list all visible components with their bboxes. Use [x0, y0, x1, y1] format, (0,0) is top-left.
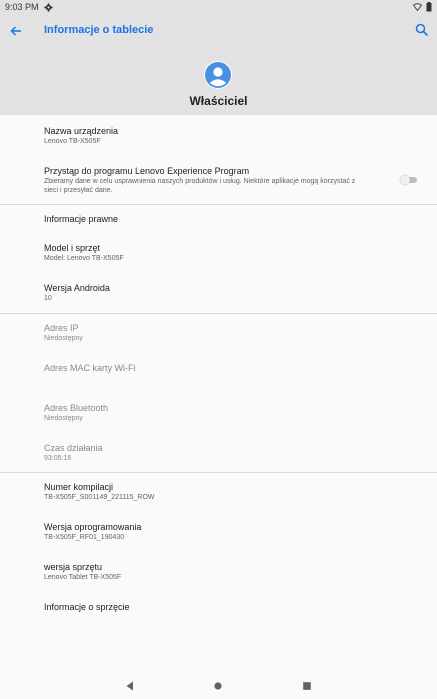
list-item-device-name[interactable]: Nazwa urządzenia Lenovo TB-X505F	[0, 121, 437, 161]
gear-icon	[43, 2, 53, 12]
navigation-bar	[0, 674, 437, 699]
item-title: Czas działania	[44, 443, 103, 453]
item-subtitle: Niedostępny	[44, 335, 83, 342]
list-item-bluetooth-address: Adres Bluetooth Niedostępny	[0, 398, 437, 438]
status-bar: 9:03 PM	[0, 0, 437, 14]
item-subtitle: TB-X505F_S001149_221115_ROW	[44, 494, 155, 501]
item-subtitle-line2: sieci i przesyłać dane.	[44, 187, 113, 194]
status-time: 9:03 PM	[5, 2, 39, 12]
account-circle-icon	[205, 62, 231, 88]
list-item-hardware-info[interactable]: Informacje o sprzęcie	[0, 597, 437, 637]
item-title: Numer kompilacji	[44, 482, 114, 492]
arrow-back-icon[interactable]	[8, 23, 24, 39]
list-item-experience-program[interactable]: Przystąp do programu Lenovo Experience P…	[0, 162, 437, 202]
experience-program-toggle[interactable]	[400, 175, 418, 185]
item-subtitle: Lenovo Tablet TB-X505F	[44, 574, 122, 581]
item-title: Nazwa urządzenia	[44, 126, 119, 136]
item-title: Informacje o sprzęcie	[44, 602, 130, 612]
owner-label: Właściciel	[189, 94, 248, 108]
divider	[0, 472, 437, 473]
item-title: Wersja Androida	[44, 283, 110, 293]
back-triangle-icon[interactable]	[123, 679, 137, 693]
item-title: wersja sprzętu	[44, 562, 103, 572]
toolbar: Informacje o tablecie	[0, 14, 437, 48]
list-item-android-version[interactable]: Wersja Androida 10	[0, 278, 437, 318]
item-subtitle: TB-X505F_RF01_190430	[44, 534, 125, 541]
owner-header: Właściciel	[0, 48, 437, 115]
list-item-software-version[interactable]: Wersja oprogramowania TB-X505F_RF01_1904…	[0, 517, 437, 557]
search-icon[interactable]	[415, 23, 429, 37]
item-title: Adres MAC karty Wi-Fi	[44, 363, 136, 373]
list-item-model-hardware[interactable]: Model i sprzęt Model: Lenovo TB-X505F	[0, 238, 437, 278]
item-title: Adres IP	[44, 323, 79, 333]
avatar[interactable]	[204, 61, 232, 89]
home-circle-icon[interactable]	[211, 679, 225, 693]
toggle-thumb	[400, 175, 410, 185]
list-item-wifi-mac: Adres MAC karty Wi-Fi	[0, 358, 437, 398]
status-icons-right	[413, 2, 432, 12]
item-title: Wersja oprogramowania	[44, 522, 142, 532]
divider	[0, 204, 437, 205]
item-title: Model i sprzęt	[44, 243, 101, 253]
item-subtitle: Model: Lenovo TB-X505F	[44, 255, 124, 262]
item-title: Informacje prawne	[44, 214, 119, 224]
recents-square-icon[interactable]	[300, 679, 314, 693]
page-title: Informacje o tablecie	[44, 24, 154, 36]
list-item-build-number[interactable]: Numer kompilacji TB-X505F_S001149_221115…	[0, 477, 437, 517]
battery-icon	[426, 2, 432, 12]
list-item-ip-address: Adres IP Niedostępny	[0, 318, 437, 358]
item-title: Adres Bluetooth	[44, 403, 109, 413]
item-subtitle: Lenovo TB-X505F	[44, 138, 101, 145]
wifi-icon	[413, 3, 422, 11]
divider	[0, 313, 437, 314]
item-subtitle: Zbieramy dane w celu usprawnienia naszyc…	[44, 178, 356, 185]
item-title: Przystąp do programu Lenovo Experience P…	[44, 166, 250, 176]
list-item-hardware-version[interactable]: wersja sprzętu Lenovo Tablet TB-X505F	[0, 557, 437, 597]
item-subtitle: 93:05:16	[44, 455, 72, 462]
item-subtitle: 10	[44, 295, 52, 302]
item-subtitle: Niedostępny	[44, 415, 83, 422]
